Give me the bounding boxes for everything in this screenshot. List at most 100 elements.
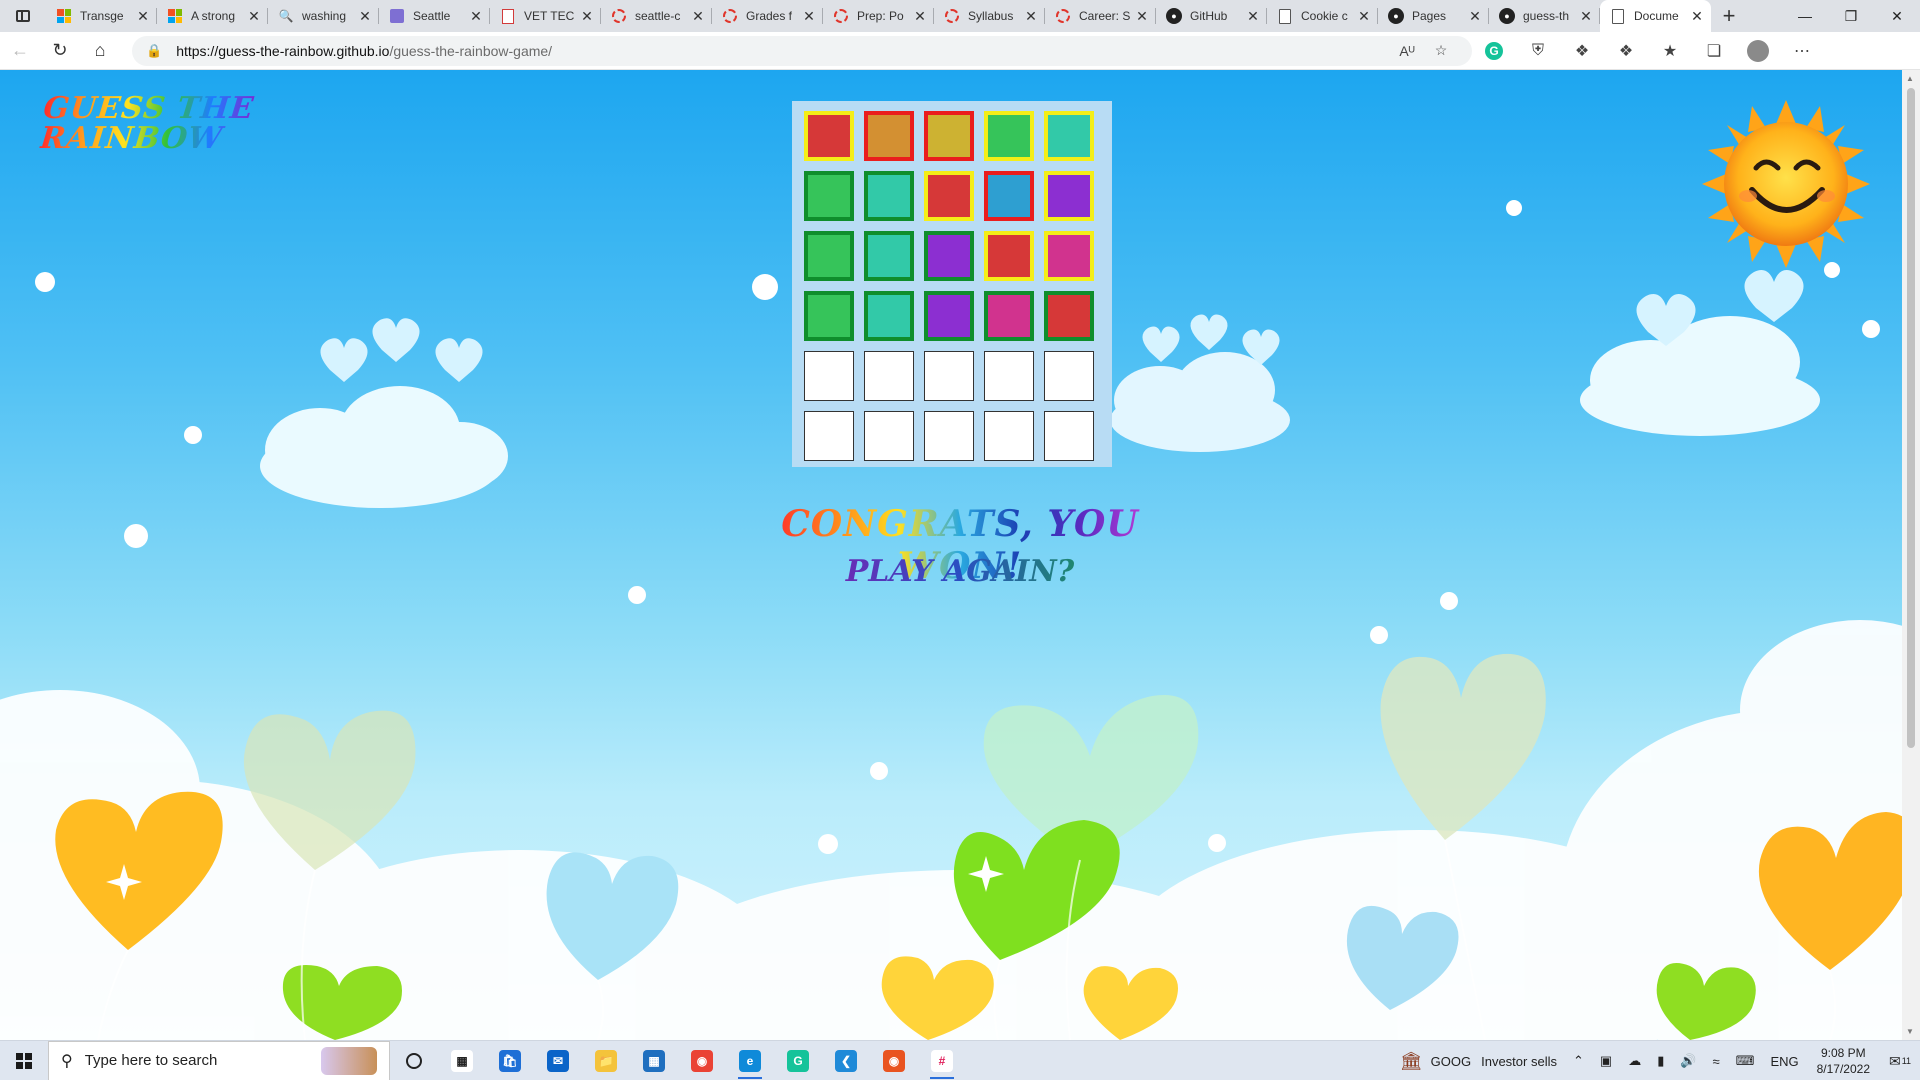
browser-tab[interactable]: Docume ✕ [1600, 0, 1711, 32]
lock-icon[interactable]: 🔒 [146, 43, 162, 59]
cortana-button[interactable] [390, 1041, 438, 1080]
tab-title: Pages [1412, 9, 1447, 23]
close-tab-icon[interactable]: ✕ [1023, 8, 1039, 25]
store-taskbar-button[interactable]: 🛍 [486, 1041, 534, 1080]
bug-extension-icon[interactable]: ❖ [1560, 35, 1604, 67]
refresh-button[interactable]: ↻ [40, 35, 80, 67]
bubble [1506, 200, 1522, 216]
close-tab-icon[interactable]: ✕ [1689, 8, 1705, 25]
guess-tile [864, 171, 914, 221]
close-tab-icon[interactable]: ✕ [1356, 8, 1372, 25]
cloud-right [1580, 316, 1820, 436]
onedrive-icon[interactable]: ☁ [1620, 1041, 1649, 1080]
profile-avatar[interactable] [1736, 35, 1780, 67]
wifi-icon[interactable]: ≈ [1705, 1041, 1728, 1080]
home-button[interactable]: ⌂ [80, 35, 120, 67]
browser-tab[interactable]: Transge ✕ [46, 0, 157, 32]
close-tab-icon[interactable]: ✕ [801, 8, 817, 25]
chrome-taskbar-button[interactable]: ◉ [678, 1041, 726, 1080]
bubble [35, 272, 55, 292]
ticker-symbol: GOOG [1430, 1053, 1472, 1069]
notification-center-button[interactable]: ✉ 11 [1880, 1041, 1920, 1080]
ubuntu-taskbar-button[interactable]: ◉ [870, 1041, 918, 1080]
calendar-taskbar-button[interactable]: ▦ [630, 1041, 678, 1080]
tab-title: guess-th [1523, 9, 1570, 23]
tab-title: Syllabus [968, 9, 1014, 23]
empty-tile [924, 411, 974, 461]
edge-taskbar-button[interactable]: e [726, 1041, 774, 1080]
clock[interactable]: 9:08 PM 8/17/2022 [1807, 1045, 1880, 1077]
collections-icon[interactable]: ❏ [1692, 35, 1736, 67]
add-favorite-icon[interactable]: ☆ [1424, 42, 1458, 59]
back-button[interactable]: ← [0, 35, 40, 67]
new-tab-button[interactable]: + [1711, 0, 1747, 32]
file-explorer-taskbar-button[interactable]: 📁 [582, 1041, 630, 1080]
browser-tab[interactable]: Prep: Po ✕ [823, 0, 934, 32]
close-window-button[interactable]: ✕ [1874, 0, 1920, 32]
browser-tab[interactable]: Career: S ✕ [1045, 0, 1156, 32]
close-tab-icon[interactable]: ✕ [579, 8, 595, 25]
close-tab-icon[interactable]: ✕ [1134, 8, 1150, 25]
mail-taskbar-button[interactable]: ✉ [534, 1041, 582, 1080]
form-icon [389, 8, 405, 24]
close-tab-icon[interactable]: ✕ [690, 8, 706, 25]
restore-button[interactable]: ❐ [1828, 0, 1874, 32]
taskbar-search-placeholder: Type here to search [84, 1052, 218, 1069]
browser-tab[interactable]: Syllabus ✕ [934, 0, 1045, 32]
volume-icon[interactable]: 🔊 [1672, 1041, 1704, 1080]
slack-taskbar-button[interactable]: # [918, 1041, 966, 1080]
browser-tab[interactable]: A strong ✕ [157, 0, 268, 32]
battery-icon[interactable]: ▮ [1649, 1041, 1672, 1080]
scroll-up-arrow-icon[interactable]: ▲ [1906, 74, 1914, 83]
guess-tile [864, 231, 914, 281]
browser-tab[interactable]: Cookie c ✕ [1267, 0, 1378, 32]
stock-ticker[interactable]: 🏛 GOOG Investor sells [1392, 1041, 1565, 1080]
close-tab-icon[interactable]: ✕ [1245, 8, 1261, 25]
browser-tab[interactable]: VET TEC ✕ [490, 0, 601, 32]
close-tab-icon[interactable]: ✕ [357, 8, 373, 25]
close-tab-icon[interactable]: ✕ [1578, 8, 1594, 25]
close-tab-icon[interactable]: ✕ [135, 8, 151, 25]
read-aloud-icon[interactable]: Aᵁ [1390, 43, 1424, 59]
meet-now-icon[interactable]: ▣ [1592, 1041, 1620, 1080]
browser-tab[interactable]: ● GitHub ✕ [1156, 0, 1267, 32]
cortana-icon [406, 1052, 422, 1069]
close-tab-icon[interactable]: ✕ [1467, 8, 1483, 25]
scrollbar-thumb[interactable] [1907, 88, 1915, 748]
browser-tab[interactable]: Grades f ✕ [712, 0, 823, 32]
browser-tab[interactable]: 🔍 washing ✕ [268, 0, 379, 32]
close-tab-icon[interactable]: ✕ [246, 8, 262, 25]
game-logo: GUESS THE RAINBOW [39, 91, 256, 156]
extensions-icon[interactable]: ❖ [1604, 35, 1648, 67]
notification-icon: ✉ [1888, 1052, 1901, 1069]
page-scrollbar[interactable]: ▲ ▼ [1902, 70, 1920, 1040]
favorites-icon[interactable]: ★ [1648, 35, 1692, 67]
minimize-button[interactable]: — [1782, 0, 1828, 32]
github-icon: ● [1166, 8, 1182, 24]
tab-actions-button[interactable] [0, 0, 46, 32]
browser-tab[interactable]: seattle-c ✕ [601, 0, 712, 32]
start-button[interactable] [0, 1041, 48, 1080]
guess-tile [924, 111, 974, 161]
close-tab-icon[interactable]: ✕ [912, 8, 928, 25]
browser-tab[interactable]: Seattle ✕ [379, 0, 490, 32]
scroll-down-arrow-icon[interactable]: ▼ [1906, 1027, 1914, 1036]
grammarly-taskbar-button[interactable]: G [774, 1041, 822, 1080]
bubble [818, 834, 838, 854]
ring-icon [611, 8, 627, 24]
language-indicator[interactable]: ENG [1762, 1041, 1806, 1080]
vscode-taskbar-button[interactable]: ❮ [822, 1041, 870, 1080]
shield-extension-icon[interactable]: ⛨ [1516, 35, 1560, 67]
taskbar-search-box[interactable]: ⚲ Type here to search [48, 1040, 390, 1080]
play-again-button[interactable]: PLAY AGAIN? [840, 554, 1080, 589]
keyboard-icon[interactable]: ⌨ [1728, 1041, 1763, 1080]
address-bar[interactable]: 🔒 https://guess-the-rainbow.github.io/gu… [132, 35, 1472, 66]
more-menu-icon[interactable]: ⋯ [1780, 35, 1824, 67]
browser-tab[interactable]: ● Pages ✕ [1378, 0, 1489, 32]
empty-tile [984, 351, 1034, 401]
task-view-taskbar-button[interactable]: ▦ [438, 1041, 486, 1080]
close-tab-icon[interactable]: ✕ [468, 8, 484, 25]
grammarly-extension-icon[interactable]: G [1472, 35, 1516, 67]
show-hidden-icons-button[interactable]: ⌃ [1565, 1041, 1592, 1080]
browser-tab[interactable]: ● guess-th ✕ [1489, 0, 1600, 32]
